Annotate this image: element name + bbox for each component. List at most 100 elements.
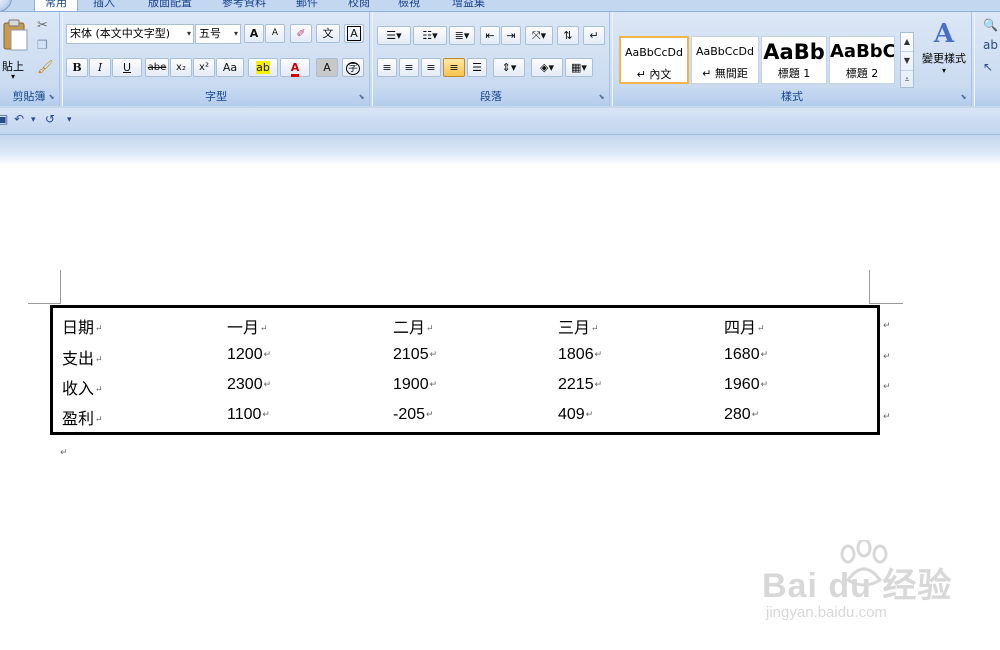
table-cell[interactable]: 日期↵	[62, 314, 103, 338]
tab-insert[interactable]: 插入	[93, 0, 115, 10]
replace-icon[interactable]: ab	[983, 38, 998, 52]
outdent-icon: ⇤	[485, 29, 495, 42]
table-cell[interactable]: 409↵	[558, 406, 593, 424]
table-cell[interactable]: 1680↵	[724, 346, 768, 364]
dialog-launcher-icon[interactable]: ⬊	[47, 93, 56, 102]
table-cell[interactable]: 盈利↵	[62, 405, 103, 429]
table-cell[interactable]: 1960↵	[724, 376, 768, 394]
sort-icon: ⇅	[563, 29, 573, 42]
tab-references[interactable]: 參考資料	[222, 0, 266, 10]
phonetic-guide-button[interactable]: 文	[316, 24, 340, 43]
cut-icon[interactable]: ✂	[37, 18, 48, 33]
undo-icon[interactable]: ↶	[14, 112, 24, 126]
subscript-button[interactable]: x₂	[170, 58, 192, 77]
numbering-button[interactable]: ☷▾	[413, 26, 447, 45]
style-heading-2[interactable]: AaBbC 標題 2	[829, 36, 895, 84]
tab-home[interactable]: 常用	[34, 0, 78, 11]
save-icon[interactable]: ▣	[0, 112, 8, 126]
align-right-button[interactable]: ≡	[421, 58, 441, 77]
justify-icon: ≡	[449, 61, 459, 74]
sort-button[interactable]: ⇅	[557, 26, 579, 45]
italic-button[interactable]: I	[89, 58, 111, 77]
style-name: ↵ 無間距	[702, 67, 748, 80]
change-styles-button[interactable]: A 變更樣式 ▾	[917, 18, 971, 84]
align-left-button[interactable]: ≡	[377, 58, 397, 77]
paragraph-mark[interactable]: ↵	[60, 448, 68, 458]
dialog-launcher-icon[interactable]: ⬊	[357, 93, 366, 102]
highlight-button[interactable]: ab	[248, 58, 278, 77]
table-cell[interactable]: 2300↵	[227, 376, 271, 394]
align-center-button[interactable]: ≡	[399, 58, 419, 77]
table-cell[interactable]: 2215↵	[558, 376, 602, 394]
text-direction-button[interactable]: ⤧▾	[525, 26, 553, 45]
find-icon[interactable]: 🔍	[983, 18, 998, 32]
office-button[interactable]	[0, 0, 12, 11]
underline-button[interactable]: U	[112, 58, 142, 77]
tab-review[interactable]: 校閱	[348, 0, 370, 10]
line-spacing-button[interactable]: ⇕▾	[493, 58, 525, 77]
table-cell[interactable]: 四月↵	[724, 314, 765, 338]
table-cell[interactable]: 收入↵	[62, 375, 103, 399]
clear-format-button[interactable]: ✐	[290, 24, 312, 43]
table-cell[interactable]: 1100↵	[227, 406, 270, 424]
format-painter-icon[interactable]: 🖌	[37, 60, 54, 75]
more-styles-icon[interactable]: ⩡	[901, 71, 913, 89]
tab-view[interactable]: 檢視	[398, 0, 420, 10]
distribute-button[interactable]: ☰	[467, 58, 487, 77]
tab-mailings[interactable]: 郵件	[296, 0, 318, 10]
decrease-indent-button[interactable]: ⇤	[480, 26, 500, 45]
borders-button[interactable]: ▦▾	[565, 58, 593, 77]
margin-mark	[869, 270, 870, 304]
font-name-select[interactable]: 宋体 (本文中文字型) ▾	[66, 24, 194, 44]
table-cell[interactable]: 一月↵	[227, 314, 268, 338]
table-cell[interactable]: -205↵	[393, 406, 434, 424]
table-cell[interactable]: 三月↵	[558, 314, 599, 338]
font-group-label: 字型	[63, 88, 369, 106]
style-normal[interactable]: AaBbCcDd ↵ 內文	[619, 36, 689, 84]
superscript-button[interactable]: x²	[193, 58, 215, 77]
styles-scrollbar[interactable]: ▲ ▼ ⩡	[900, 32, 914, 88]
justify-button[interactable]: ≡	[443, 58, 465, 77]
scroll-up-icon[interactable]: ▲	[901, 33, 913, 52]
scroll-down-icon[interactable]: ▼	[901, 52, 913, 71]
enclose-characters-button[interactable]: 字	[342, 58, 364, 77]
strikethrough-button[interactable]: abe	[145, 58, 169, 77]
style-name: ↵ 內文	[636, 68, 672, 81]
table-cell[interactable]: 2105↵	[393, 346, 437, 364]
tab-addins[interactable]: 增益集	[452, 0, 485, 10]
select-icon[interactable]: ↖	[983, 60, 993, 74]
bullets-button[interactable]: ☰▾	[377, 26, 411, 45]
dialog-launcher-icon[interactable]: ⬊	[597, 93, 606, 102]
chevron-down-icon: ▾	[186, 29, 191, 38]
table-cell[interactable]: 1900↵	[393, 376, 437, 394]
table-cell[interactable]: 1806↵	[558, 346, 602, 364]
font-name-value: 宋体 (本文中文字型)	[70, 27, 171, 40]
chevron-down-icon[interactable]: ▾	[31, 115, 36, 125]
character-shading-button[interactable]: A	[316, 58, 338, 77]
shading-button[interactable]: ◈▾	[531, 58, 563, 77]
multilevel-list-button[interactable]: ≣▾	[449, 26, 475, 45]
shrink-font-button[interactable]: A	[265, 24, 285, 43]
redo-icon[interactable]: ↺	[45, 112, 55, 126]
paste-button[interactable]: 貼上 ▾	[1, 18, 29, 84]
table-cell[interactable]: 1200↵	[227, 346, 271, 364]
copy-icon[interactable]: ❐	[37, 38, 48, 52]
character-border-button[interactable]: A	[344, 24, 364, 43]
change-case-button[interactable]: Aa	[216, 58, 244, 77]
increase-indent-button[interactable]: ⇥	[501, 26, 521, 45]
table-cell[interactable]: 280↵	[724, 406, 759, 424]
style-no-spacing[interactable]: AaBbCcDd ↵ 無間距	[691, 36, 759, 84]
customize-toolbar-icon[interactable]: ▾	[67, 115, 72, 125]
tab-page-layout[interactable]: 版面配置	[148, 0, 192, 10]
strikethrough-label: abe	[147, 62, 167, 73]
show-marks-button[interactable]: ↵	[583, 26, 605, 45]
font-size-select[interactable]: 五号 ▾	[195, 24, 241, 44]
dialog-launcher-icon[interactable]: ⬊	[959, 93, 968, 102]
multilevel-list-icon: ≣▾	[454, 29, 470, 42]
table-cell[interactable]: 支出↵	[62, 345, 103, 369]
grow-font-button[interactable]: A	[244, 24, 264, 43]
font-color-button[interactable]: A	[280, 58, 310, 77]
bold-button[interactable]: B	[66, 58, 88, 77]
style-heading-1[interactable]: AaBb 標題 1	[761, 36, 827, 84]
table-cell[interactable]: 二月↵	[393, 314, 434, 338]
